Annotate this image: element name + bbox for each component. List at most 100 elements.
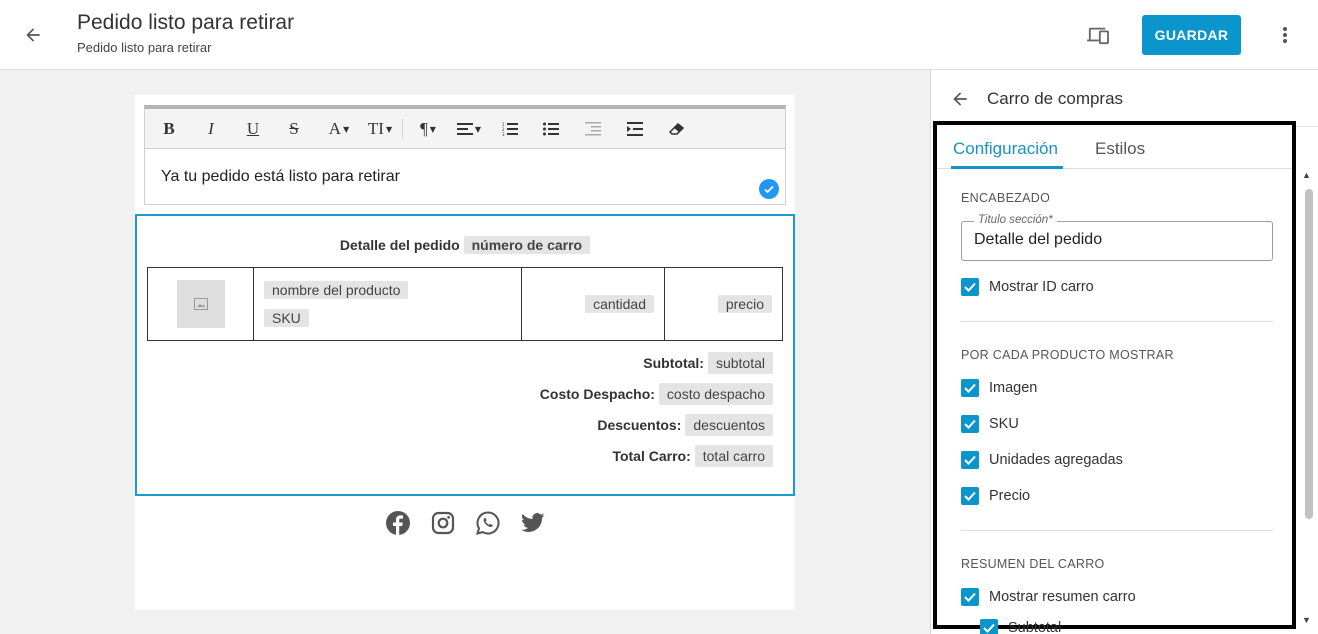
- product-image-cell: [147, 267, 254, 341]
- checkbox-checked-icon: [980, 619, 998, 634]
- panel-title: Carro de compras: [987, 89, 1124, 108]
- strikethrough-button[interactable]: S: [284, 116, 304, 142]
- checkbox-label: Precio: [989, 488, 1031, 504]
- font-color-label: A: [328, 119, 342, 138]
- align-left-icon: [456, 123, 473, 135]
- cart-heading-label: Detalle del pedido: [339, 237, 460, 253]
- product-info-cell: nombre del producto SKU: [253, 267, 522, 341]
- back-arrow-icon[interactable]: [22, 24, 44, 46]
- checkbox-checked-icon: [961, 379, 979, 397]
- social-icons: [385, 510, 546, 536]
- checkbox-checked-icon: [961, 278, 979, 296]
- checkbox-checked-icon: [961, 415, 979, 433]
- caret-down-icon: ▼: [343, 124, 350, 134]
- product-sku-tag: SKU: [264, 309, 309, 327]
- checkbox-mostrar-id[interactable]: Mostrar ID carro: [961, 277, 1094, 297]
- top-bar: Pedido listo para retirar Pedido listo p…: [0, 0, 1318, 70]
- checkbox-label: Unidades agregadas: [989, 452, 1123, 468]
- checkbox-label: SKU: [989, 416, 1019, 432]
- cart-totals: Subtotal: subtotal Costo Despacho: costo d…: [540, 352, 773, 476]
- confirm-check-icon[interactable]: [759, 179, 779, 199]
- panel-back-arrow-icon[interactable]: [949, 88, 971, 110]
- shipping-label: Costo Despacho:: [539, 386, 655, 402]
- tab-estilos[interactable]: Estilos: [1095, 139, 1145, 159]
- product-table: nombre del producto SKU cantidad precio: [147, 267, 783, 341]
- facebook-icon[interactable]: [385, 510, 411, 536]
- underline-button[interactable]: U: [243, 116, 263, 142]
- panel-tabs: Configuración Estilos: [937, 125, 1292, 169]
- checkbox-sku[interactable]: SKU: [961, 414, 1019, 434]
- instagram-icon[interactable]: [430, 510, 456, 536]
- config-frame: Configuración Estilos ENCABEZADO Titulo …: [933, 121, 1296, 629]
- discounts-label: Descuentos:: [597, 417, 682, 433]
- product-name-tag: nombre del producto: [264, 281, 409, 299]
- whatsapp-icon[interactable]: [475, 510, 501, 536]
- ordered-list-button[interactable]: 123: [501, 116, 519, 142]
- text-size-label: TI: [367, 119, 384, 138]
- checkbox-subtotal[interactable]: Subtotal: [980, 619, 1061, 634]
- shipping-tag: costo despacho: [658, 383, 773, 405]
- product-quantity-cell: cantidad: [521, 267, 665, 341]
- checkbox-label: Mostrar ID carro: [989, 279, 1094, 295]
- subtotal-row: Subtotal: subtotal: [540, 352, 773, 383]
- toolbar-divider: [402, 119, 403, 139]
- total-row: Total Carro: total carro: [540, 445, 773, 476]
- email-canvas: B I U S A ▼ TI ▼ ¶ ▼ ▼ 123 Ya tu pedido …: [135, 95, 795, 610]
- settings-panel: Carro de compras Configuración Estilos E…: [930, 70, 1318, 634]
- discounts-tag: descuentos: [685, 414, 773, 436]
- save-button[interactable]: GUARDAR: [1142, 15, 1241, 55]
- active-tab-indicator: [951, 166, 1063, 169]
- indent-icon: [627, 122, 643, 136]
- product-price-cell: precio: [664, 267, 783, 341]
- checkbox-unidades[interactable]: Unidades agregadas: [961, 450, 1123, 470]
- text-editor[interactable]: B I U S A ▼ TI ▼ ¶ ▼ ▼ 123 Ya tu pedido …: [144, 105, 786, 205]
- device-preview-icon[interactable]: [1086, 24, 1110, 46]
- ordered-list-icon: 123: [502, 122, 518, 136]
- checkbox-mostrar-resumen[interactable]: Mostrar resumen carro: [961, 587, 1136, 607]
- image-icon: [193, 298, 208, 310]
- checkbox-label: Subtotal: [1008, 620, 1062, 634]
- indent-button[interactable]: [626, 116, 644, 142]
- section-header-por-producto: POR CADA PRODUCTO MOSTRAR: [961, 348, 1174, 362]
- section-header-resumen: RESUMEN DEL CARRO: [961, 557, 1105, 571]
- bullet-list-button[interactable]: [542, 116, 560, 142]
- caret-down-icon: ▼: [385, 124, 393, 134]
- paragraph-label: ¶: [420, 119, 428, 138]
- caret-down-icon: ▼: [474, 124, 482, 134]
- text-size-button[interactable]: TI ▼: [366, 116, 394, 142]
- subtotal-tag: subtotal: [707, 352, 773, 374]
- twitter-icon[interactable]: [520, 510, 546, 536]
- section-header-encabezado: ENCABEZADO: [961, 191, 1051, 205]
- bold-button[interactable]: B: [159, 116, 179, 142]
- clear-format-button[interactable]: [668, 116, 686, 142]
- shipping-row: Costo Despacho: costo despacho: [540, 383, 773, 414]
- more-options-icon[interactable]: [1274, 24, 1296, 46]
- section-title-input[interactable]: [974, 231, 1264, 249]
- scrollbar-thumb[interactable]: [1305, 189, 1313, 519]
- page-subtitle: Pedido listo para retirar: [77, 40, 212, 55]
- discounts-row: Descuentos: descuentos: [540, 414, 773, 445]
- section-divider: [961, 530, 1273, 531]
- paragraph-button[interactable]: ¶ ▼: [415, 116, 441, 142]
- checkbox-checked-icon: [961, 588, 979, 606]
- section-divider: [961, 321, 1273, 322]
- outdent-icon: [585, 122, 601, 136]
- cart-number-tag: número de carro: [463, 236, 591, 254]
- page-title: Pedido listo para retirar: [77, 11, 295, 34]
- cart-heading: Detalle del pedido número de carro: [137, 236, 793, 254]
- svg-text:3: 3: [502, 132, 505, 136]
- italic-button[interactable]: I: [201, 116, 221, 142]
- cart-block[interactable]: Detalle del pedido número de carro nombr…: [135, 214, 795, 496]
- editor-content[interactable]: Ya tu pedido está listo para retirar: [161, 168, 400, 186]
- total-label: Total Carro:: [612, 448, 691, 464]
- checkbox-imagen[interactable]: Imagen: [961, 378, 1037, 398]
- outdent-button[interactable]: [584, 116, 602, 142]
- scroll-down-icon[interactable]: ▼: [1302, 615, 1311, 625]
- font-color-button[interactable]: A ▼: [325, 116, 353, 142]
- checkbox-checked-icon: [961, 451, 979, 469]
- align-button[interactable]: ▼: [455, 116, 483, 142]
- scroll-up-icon[interactable]: ▲: [1302, 170, 1311, 180]
- checkbox-precio[interactable]: Precio: [961, 486, 1030, 506]
- tab-configuracion[interactable]: Configuración: [953, 139, 1058, 159]
- image-placeholder: [176, 280, 225, 328]
